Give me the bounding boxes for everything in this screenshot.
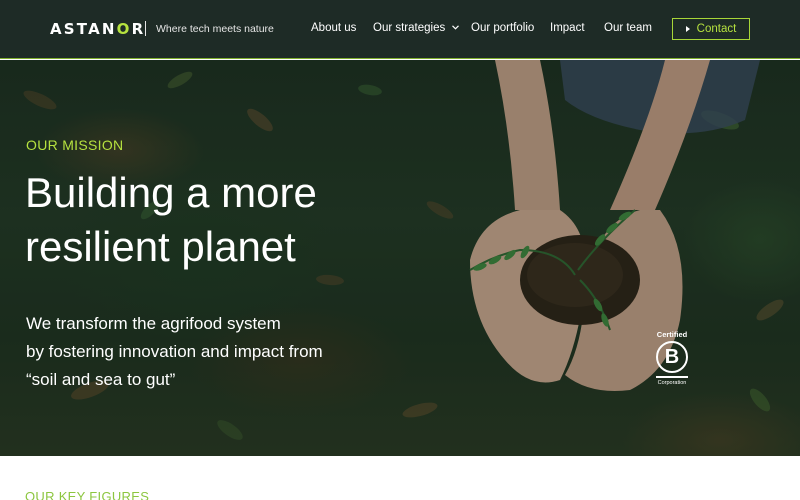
nav-item-impact[interactable]: Impact xyxy=(550,22,585,34)
b-corp-corporation-text: Corporation xyxy=(657,380,687,386)
contact-label: Contact xyxy=(696,23,737,35)
key-figures-section: OUR KEY FIGURES xyxy=(0,456,800,500)
site-header: ASTANOR Where tech meets nature About us… xyxy=(0,0,800,59)
logo-divider xyxy=(145,21,146,36)
b-corp-letter: B xyxy=(664,345,680,368)
nav-label: Our portfolio xyxy=(471,22,535,34)
nav-item-about-us[interactable]: About us xyxy=(311,22,356,34)
b-corp-underline xyxy=(656,376,688,378)
contact-button[interactable]: Contact xyxy=(672,18,750,40)
astanor-logo[interactable]: ASTANOR xyxy=(50,20,145,38)
hero-subtitle-line: “soil and sea to gut” xyxy=(26,370,176,389)
nav-label: Impact xyxy=(550,22,585,34)
nav-item-our-team[interactable]: Our team xyxy=(604,22,652,34)
mission-eyebrow: OUR MISSION xyxy=(26,137,124,153)
nav-item-our-portfolio[interactable]: Our portfolio xyxy=(471,22,534,34)
b-corp-badge: Certified B Corporation xyxy=(655,330,689,386)
hero-title: Building a more resilient planet xyxy=(25,166,445,274)
nav-label: Our team xyxy=(604,22,652,34)
hero-title-line: Building a more xyxy=(25,169,317,216)
hero-section: OUR MISSION Building a more resilient pl… xyxy=(0,60,800,456)
brand-tagline: Where tech meets nature xyxy=(156,23,274,35)
nav-item-our-strategies[interactable]: Our strategies xyxy=(373,22,460,34)
b-corp-certified-text: Certified xyxy=(656,330,688,339)
b-corp-icon: B xyxy=(656,341,688,373)
play-triangle-icon xyxy=(685,26,690,32)
hero-title-line: resilient planet xyxy=(25,223,296,270)
nav-label: Our strategies xyxy=(373,22,446,34)
hero-subtitle-line: by fostering innovation and impact from xyxy=(26,342,323,361)
chevron-down-icon xyxy=(452,25,460,30)
hero-subtitle-line: We transform the agrifood system xyxy=(26,314,281,333)
nav-label: About us xyxy=(311,22,357,34)
key-figures-heading: OUR KEY FIGURES xyxy=(25,489,150,500)
hero-subtitle: We transform the agrifood system by fost… xyxy=(26,310,446,394)
